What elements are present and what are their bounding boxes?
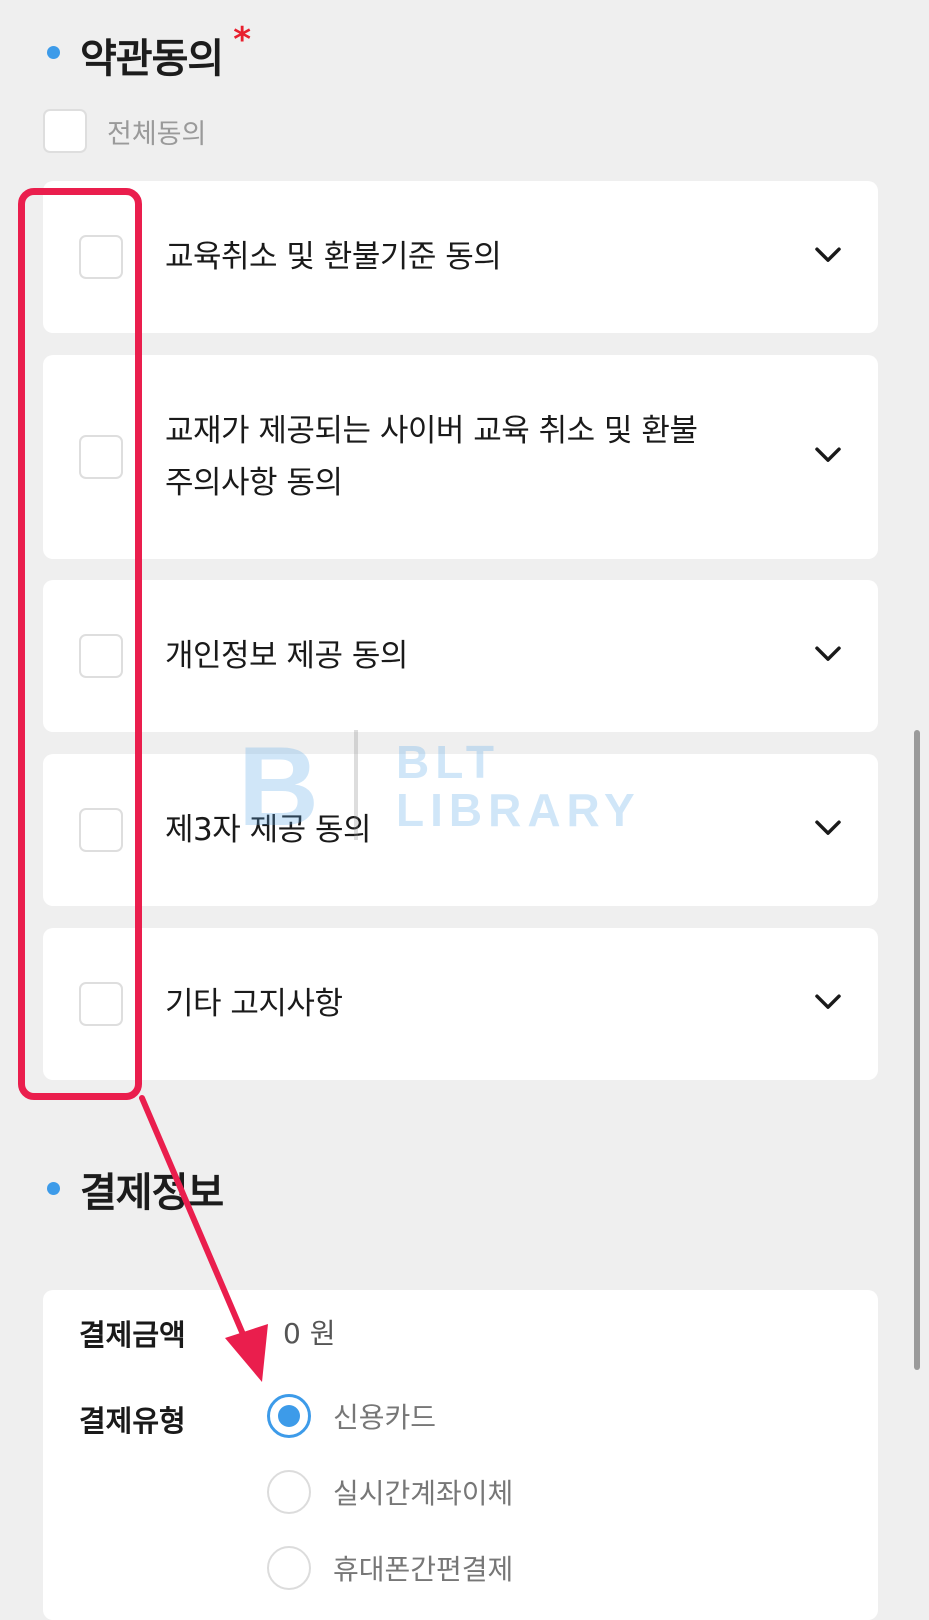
term-label: 기타 고지사항 bbox=[165, 986, 343, 1022]
term-item-third-party[interactable]: 제3자 제공 동의 bbox=[43, 754, 878, 906]
chevron-down-icon[interactable] bbox=[814, 819, 842, 837]
section-bullet bbox=[47, 1182, 60, 1195]
term-checkbox[interactable] bbox=[79, 235, 123, 279]
required-mark: * bbox=[233, 20, 251, 60]
payment-type-label: 결제유형 bbox=[79, 1404, 186, 1438]
all-agree-box[interactable] bbox=[43, 109, 87, 153]
chevron-down-icon[interactable] bbox=[814, 993, 842, 1011]
term-label: 제3자 제공 동의 bbox=[165, 812, 372, 848]
terms-section-title: 약관동의 * bbox=[80, 20, 251, 84]
chevron-down-icon[interactable] bbox=[814, 246, 842, 264]
term-checkbox[interactable] bbox=[79, 808, 123, 852]
payment-card: 결제금액 0 원 결제유형 신용카드 실시간계좌이체 휴대폰간편결제 bbox=[43, 1290, 878, 1620]
terms-title-text: 약관동의 bbox=[80, 36, 224, 82]
term-item-privacy[interactable]: 개인정보 제공 동의 bbox=[43, 580, 878, 732]
radio-label: 실시간계좌이체 bbox=[333, 1477, 514, 1510]
term-item-other-notice[interactable]: 기타 고지사항 bbox=[43, 928, 878, 1080]
section-bullet bbox=[47, 46, 60, 59]
chevron-down-icon[interactable] bbox=[814, 446, 842, 464]
term-checkbox[interactable] bbox=[79, 435, 123, 479]
radio-credit-card[interactable]: 신용카드 bbox=[267, 1394, 436, 1438]
term-label: 교재가 제공되는 사이버 교육 취소 및 환불 주의사항 동의 bbox=[165, 413, 698, 501]
term-item-cyber-refund[interactable]: 교재가 제공되는 사이버 교육 취소 및 환불 주의사항 동의 bbox=[43, 355, 878, 559]
radio-mobile-pay[interactable]: 휴대폰간편결제 bbox=[267, 1546, 513, 1590]
term-label: 개인정보 제공 동의 bbox=[165, 638, 408, 674]
payment-section-title: 결제정보 bbox=[80, 1170, 224, 1216]
radio-label: 휴대폰간편결제 bbox=[333, 1553, 514, 1586]
radio-button[interactable] bbox=[267, 1546, 311, 1590]
all-agree-label: 전체동의 bbox=[107, 118, 207, 150]
payment-amount-value: 0 원 bbox=[283, 1317, 336, 1350]
payment-amount-label: 결제금액 bbox=[79, 1318, 186, 1352]
radio-button[interactable] bbox=[267, 1394, 311, 1438]
chevron-down-icon[interactable] bbox=[814, 645, 842, 663]
term-label: 교육취소 및 환불기준 동의 bbox=[165, 239, 502, 275]
term-checkbox[interactable] bbox=[79, 634, 123, 678]
radio-button[interactable] bbox=[267, 1470, 311, 1514]
term-item-refund-policy[interactable]: 교육취소 및 환불기준 동의 bbox=[43, 181, 878, 333]
all-agree-checkbox[interactable]: 전체동의 bbox=[43, 109, 206, 153]
radio-bank-transfer[interactable]: 실시간계좌이체 bbox=[267, 1470, 513, 1514]
radio-label: 신용카드 bbox=[333, 1401, 437, 1434]
term-checkbox[interactable] bbox=[79, 982, 123, 1026]
scrollbar-thumb[interactable] bbox=[914, 730, 920, 1370]
